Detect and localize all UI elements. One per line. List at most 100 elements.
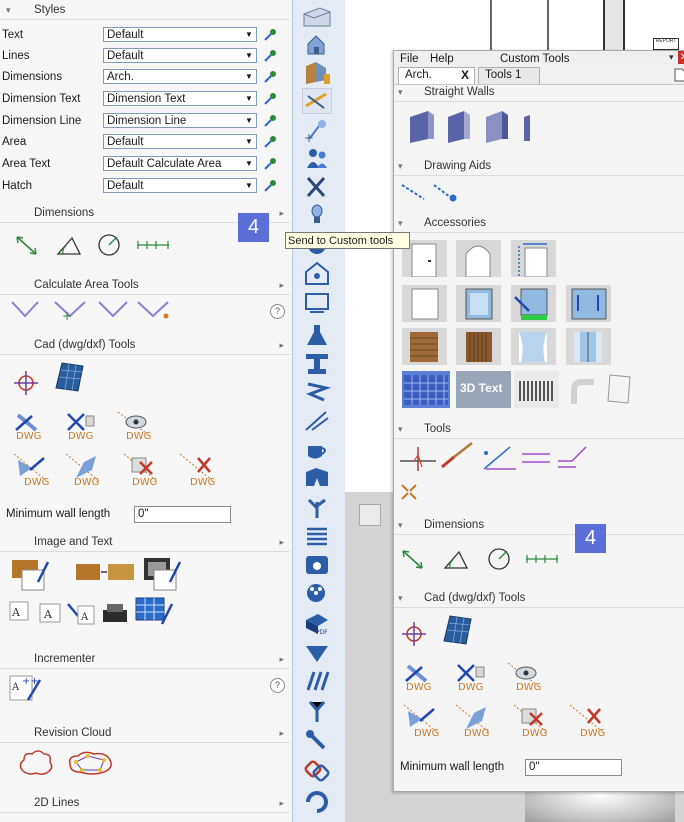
image-frame-icon[interactable]	[140, 556, 184, 592]
solar-tile[interactable]	[402, 371, 450, 408]
text-arrow-icon[interactable]: A	[66, 600, 96, 626]
crosshair-icon[interactable]	[12, 369, 40, 397]
document-icon[interactable]	[604, 371, 638, 405]
menu-file[interactable]: File	[400, 53, 419, 65]
radial-dimension-icon[interactable]	[96, 232, 124, 258]
window-sill-tile[interactable]	[511, 285, 556, 322]
monitor-icon[interactable]	[302, 290, 332, 316]
dimension-tools-icon[interactable]	[302, 88, 332, 114]
wall-brick-icon[interactable]	[482, 109, 512, 145]
hatch-tool-icon[interactable]	[302, 668, 332, 694]
eyedropper-icon[interactable]	[262, 69, 278, 85]
incrementer-icon[interactable]: A++	[8, 672, 44, 706]
break-line-icon[interactable]	[398, 443, 438, 473]
calculate-area-section-header[interactable]: Calculate Area Tools ▸	[0, 277, 290, 295]
dwg-plane-icon[interactable]: DWG	[62, 450, 106, 486]
parallel-lines-icon[interactable]	[520, 447, 552, 469]
solar-panel-icon[interactable]	[438, 613, 474, 647]
wood-shutter-tile[interactable]	[402, 328, 447, 365]
eyedropper-icon[interactable]	[262, 156, 278, 172]
dimensions-section-header[interactable]: ▾ Dimensions	[394, 517, 684, 535]
text-style-select[interactable]: Default ▼	[103, 27, 257, 42]
panel-menu-arrow-icon[interactable]: ▾	[669, 52, 674, 63]
eyedropper-icon[interactable]	[262, 48, 278, 64]
cad-tools-section-header[interactable]: ▾ Cad (dwg/dxf) Tools	[394, 590, 684, 608]
house-object-icon[interactable]	[302, 32, 332, 58]
pipe-icon[interactable]	[568, 376, 598, 406]
trowel-icon[interactable]	[302, 698, 332, 724]
eyedropper-icon[interactable]	[262, 113, 278, 129]
2d-lines-section-header[interactable]: 2D Lines ▸	[0, 795, 290, 813]
dwg-remove-icon[interactable]: DWG	[176, 450, 220, 486]
view-corner-icon[interactable]	[359, 504, 381, 526]
import-dwg-icon[interactable]: DWG	[8, 410, 48, 440]
beam-icon[interactable]	[302, 350, 332, 376]
arched-door-tile[interactable]	[456, 240, 501, 278]
stairs-icon[interactable]	[302, 378, 332, 404]
continuous-dimension-icon[interactable]	[136, 238, 170, 252]
area-style-select[interactable]: Default ▼	[103, 134, 257, 149]
3d-text-tile[interactable]: 3D Text	[456, 371, 511, 408]
eyedropper-icon[interactable]	[262, 27, 278, 43]
flask-icon[interactable]	[302, 322, 332, 348]
curtain-tile[interactable]	[511, 328, 556, 365]
styles-section-header[interactable]: ▾ Styles	[0, 2, 290, 20]
solar-panel-icon[interactable]	[50, 360, 86, 394]
area-subtract-icon[interactable]	[97, 298, 129, 320]
film-reel-icon[interactable]	[302, 580, 332, 606]
area-tool-icon[interactable]	[10, 298, 40, 320]
crosshair-icon[interactable]	[400, 620, 428, 648]
wrench-icon[interactable]	[302, 728, 332, 754]
utensils-icon[interactable]	[302, 174, 332, 200]
eyedropper-icon[interactable]	[262, 134, 278, 150]
view-dwg-icon[interactable]: DWG	[114, 410, 154, 440]
tab-arch[interactable]: Arch. X	[398, 67, 475, 84]
wall-medium-icon[interactable]	[444, 109, 474, 145]
dimension-text-style-select[interactable]: Dimension Text ▼	[103, 91, 257, 106]
min-wall-length-input[interactable]: 0"	[525, 759, 622, 776]
eyedropper-icon[interactable]	[262, 178, 278, 194]
export-dwg-icon[interactable]: DWG	[450, 661, 490, 691]
linear-dimension-icon[interactable]	[400, 546, 426, 572]
area-text-style-select[interactable]: Default Calculate Area ▼	[103, 156, 257, 171]
view-dwg-icon[interactable]: DWG	[504, 661, 544, 691]
new-tab-icon[interactable]	[674, 68, 684, 82]
tab-close-icon[interactable]: X	[461, 68, 469, 82]
menu-help[interactable]: Help	[430, 53, 454, 65]
door-dimension-tile[interactable]	[511, 240, 556, 278]
camera-box-icon[interactable]	[302, 552, 332, 578]
window-tile[interactable]	[402, 285, 447, 322]
angle-line-icon[interactable]	[480, 443, 520, 473]
radial-dimension-icon[interactable]	[486, 546, 514, 572]
dwg-pick-icon[interactable]: DWG	[10, 450, 54, 486]
revision-cloud-section-header[interactable]: Revision Cloud ▸	[0, 725, 290, 743]
guide-point-icon[interactable]	[432, 181, 460, 203]
home-icon[interactable]	[302, 260, 332, 286]
menu-custom-tools[interactable]: Custom Tools	[500, 53, 569, 65]
dropdown-tool-icon[interactable]	[302, 640, 332, 666]
min-wall-length-input[interactable]: 0"	[134, 506, 231, 523]
text-tool-icon[interactable]: A	[8, 600, 32, 624]
table-insert-icon[interactable]	[134, 596, 176, 630]
revision-cloud-icon[interactable]	[16, 748, 56, 778]
linear-dimension-icon[interactable]	[14, 232, 40, 258]
curtain-pair-tile[interactable]	[566, 328, 611, 365]
radiator-tile[interactable]	[514, 371, 559, 408]
glass-window-tile[interactable]	[456, 285, 501, 322]
area-split-icon[interactable]	[136, 298, 172, 322]
eyedropper-icon[interactable]	[262, 91, 278, 107]
drawing-aids-section-header[interactable]: ▾ Drawing Aids	[394, 158, 684, 176]
wall-thin-icon[interactable]	[518, 113, 538, 143]
hatch-style-select[interactable]: Default ▼	[103, 178, 257, 193]
wall-thick-icon[interactable]	[406, 109, 436, 145]
straight-walls-section-header[interactable]: ▾ Straight Walls	[394, 84, 684, 102]
cad-tools-section-header[interactable]: Cad (dwg/dxf) Tools ▸	[0, 337, 290, 355]
accessories-section-header[interactable]: ▾ Accessories	[394, 215, 684, 233]
dimension-line-style-select[interactable]: Dimension Line ▼	[103, 113, 257, 128]
roof-tool-icon[interactable]	[302, 408, 332, 434]
dwg-delete-icon[interactable]: DWG	[510, 701, 554, 737]
tab-tools-1[interactable]: Tools 1	[478, 67, 540, 84]
close-icon[interactable]: ✕	[678, 51, 684, 64]
help-icon[interactable]: ?	[270, 304, 285, 319]
continuous-dimension-icon[interactable]	[525, 552, 559, 566]
